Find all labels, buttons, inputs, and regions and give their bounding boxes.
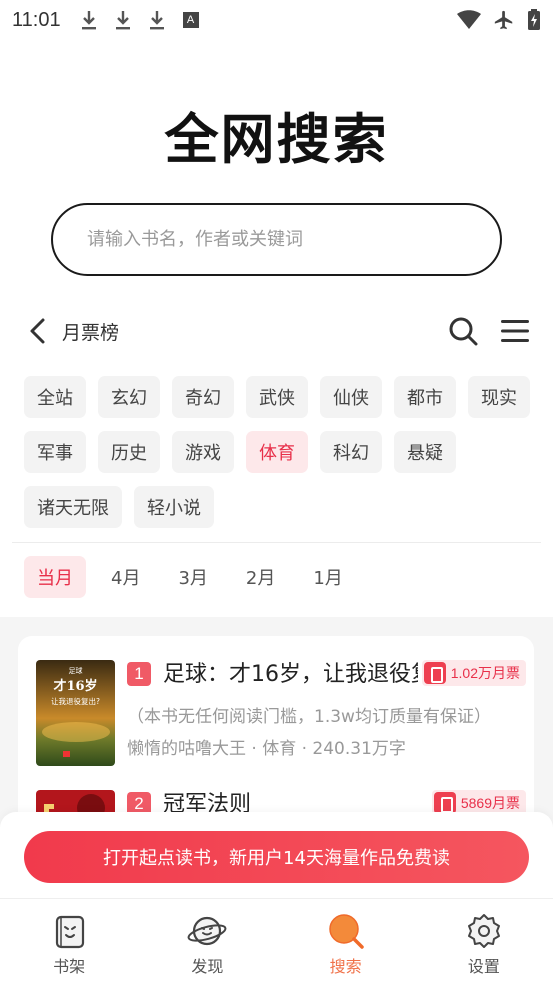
category-chip[interactable]: 轻小说 — [134, 486, 214, 528]
ticket-count: 5869月票 — [460, 795, 520, 811]
status-bar: 11:01 A — [0, 0, 553, 40]
nav-item-bookshelf[interactable]: 书架 — [0, 899, 138, 983]
open-app-button[interactable]: 打开起点读书，新用户14天海量作品免费读 — [24, 831, 529, 883]
book-item[interactable]: 足球 才16岁 让我退役复出? 1 足球：才16岁，让我退役复出？ 1.02万月… — [36, 660, 526, 768]
nav-label: 发现 — [191, 957, 224, 976]
cover-text-mid: 才16岁 — [53, 678, 97, 694]
status-time: 11:01 — [12, 8, 61, 31]
cover-text-top: 足球 — [69, 666, 83, 675]
category-chip[interactable]: 军事 — [24, 431, 86, 473]
category-chip-selected[interactable]: 体育 — [246, 431, 308, 473]
category-chip[interactable]: 诸天无限 — [24, 486, 122, 528]
search-icon[interactable] — [448, 316, 478, 346]
category-chip[interactable]: 奇幻 — [172, 376, 234, 418]
discover-planet-icon — [187, 916, 227, 946]
cover-text-sub: 让我退役复出? — [51, 696, 100, 706]
category-chip[interactable]: 现实 — [468, 376, 530, 418]
rank-header: 月票榜 — [24, 310, 530, 352]
rank-badge: 1 — [127, 662, 151, 686]
month-tab[interactable]: 2月 — [233, 556, 288, 598]
book-intro: （本书无任何阅读门槛，1.3w均订质量有保证） — [127, 707, 491, 727]
download-icon — [81, 11, 96, 30]
menu-icon[interactable] — [500, 318, 530, 344]
nav-label: 设置 — [467, 957, 500, 976]
category-chip[interactable]: 武侠 — [246, 376, 308, 418]
search-nav-icon — [328, 914, 364, 949]
nav-label: 搜索 — [329, 957, 362, 976]
download-icon — [115, 11, 130, 30]
book-cover-image: 足球 才16岁 让我退役复出? — [36, 660, 115, 766]
ticket-count-badge: 1.02万月票 — [421, 660, 526, 686]
divider — [12, 542, 541, 543]
back-chevron-icon[interactable] — [24, 316, 52, 346]
category-chip[interactable]: 都市 — [394, 376, 456, 418]
gear-icon — [467, 914, 500, 948]
battery-icon — [528, 9, 540, 30]
category-chip[interactable]: 仙侠 — [320, 376, 382, 418]
nav-label: 书架 — [53, 957, 86, 976]
page-title: 全网搜索 — [164, 108, 389, 171]
rank-title: 月票榜 — [62, 321, 120, 344]
ticket-icon — [423, 662, 446, 684]
category-chips: 全站 玄幻 奇幻 武侠 仙侠 都市 现实 军事 历史 游戏 体育 科幻 悬疑 诸… — [24, 376, 534, 528]
ticket-icon — [433, 792, 456, 814]
book-cover: 足球 才16岁 让我退役复出? — [36, 660, 115, 766]
wifi-icon — [457, 10, 481, 29]
category-chip[interactable]: 历史 — [98, 431, 160, 473]
header-actions — [448, 316, 530, 346]
download-icon — [149, 11, 164, 30]
search-input[interactable] — [87, 229, 500, 250]
nav-item-search[interactable]: 搜索 — [277, 899, 415, 983]
category-chip[interactable]: 玄幻 — [98, 376, 160, 418]
font-a-icon: A — [182, 12, 199, 28]
bottom-nav: 书架 发现 搜索 设置 — [0, 898, 553, 983]
month-tab[interactable]: 3月 — [165, 556, 220, 598]
bookshelf-icon — [56, 915, 85, 949]
category-chip[interactable]: 全站 — [24, 376, 86, 418]
book-title: 足球：才16岁，让我退役复出？ — [163, 662, 418, 687]
month-tab[interactable]: 1月 — [300, 556, 355, 598]
status-icons — [457, 9, 541, 31]
book-meta: 懒惰的咕噜大王 · 体育 · 240.31万字 — [127, 739, 406, 759]
category-chip[interactable]: 游戏 — [172, 431, 234, 473]
airplane-icon — [494, 10, 513, 30]
nav-item-discover[interactable]: 发现 — [138, 899, 276, 983]
month-tab-selected[interactable]: 当月 — [24, 556, 86, 598]
category-chip[interactable]: 科幻 — [320, 431, 382, 473]
category-chip[interactable]: 悬疑 — [394, 431, 456, 473]
nav-item-settings[interactable]: 设置 — [415, 899, 553, 983]
ticket-count: 1.02万月票 — [450, 665, 520, 681]
search-box[interactable] — [51, 203, 502, 276]
month-tab[interactable]: 4月 — [98, 556, 153, 598]
month-tabs: 当月 4月 3月 2月 1月 — [24, 556, 356, 598]
